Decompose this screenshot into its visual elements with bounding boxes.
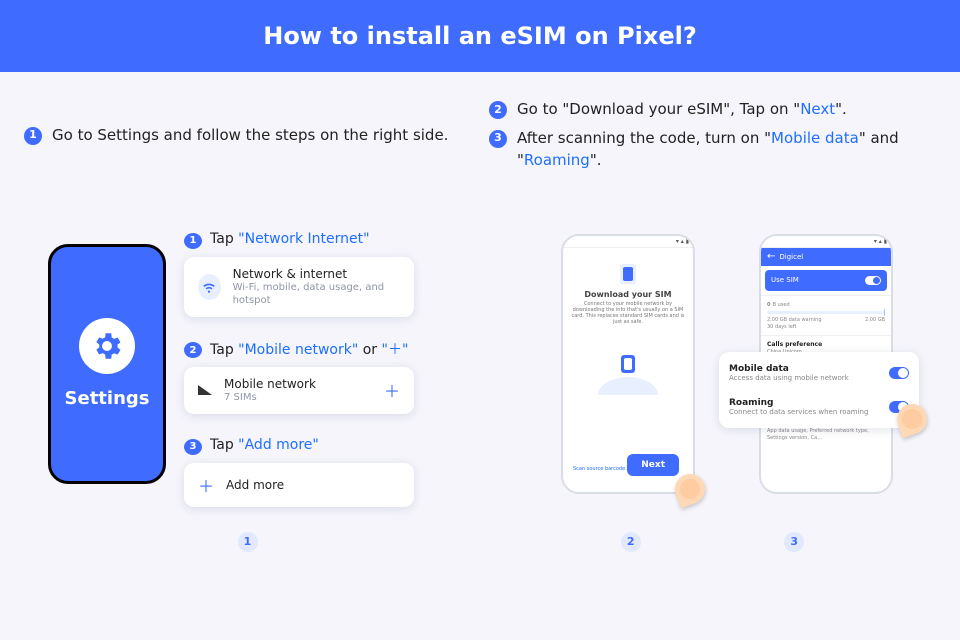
status-bar: ▾ ▴ ▮ <box>563 236 693 248</box>
sim-drop-illustration <box>598 355 658 395</box>
roaming-link: Roaming <box>524 151 590 169</box>
popup-roaming[interactable]: RoamingConnect to data services when roa… <box>729 390 909 424</box>
download-sim-desc: Connect to your mobile network by downlo… <box>571 301 685 325</box>
hero-banner: How to install an eSIM on Pixel? <box>0 0 960 72</box>
add-more-row[interactable]: ＋ Add more <box>184 463 414 507</box>
panel-badge-1: 1 <box>238 532 258 552</box>
plus-icon: ＋ <box>198 473 214 497</box>
use-sim-row[interactable]: Use SIM <box>765 270 887 291</box>
step-badge-1: 1 <box>24 127 42 145</box>
signal-icon <box>198 385 212 395</box>
step-badge-3: 3 <box>489 130 507 148</box>
intro-right: 2 Go to "Download your eSIM", Tap on "Ne… <box>489 92 936 178</box>
panel-right: ▾ ▴ ▮ Download your SIM Connect to your … <box>489 182 936 570</box>
next-link: Next <box>800 100 835 118</box>
page-title: How to install an eSIM on Pixel? <box>263 22 697 50</box>
popup-mobile-data[interactable]: Mobile dataAccess data using mobile netw… <box>729 356 909 390</box>
status-bar: ▾ ▴ ▮ <box>761 236 891 248</box>
step-3-text: After scanning the code, turn on "Mobile… <box>517 127 936 172</box>
substep-2: 2 Tap "Mobile network" or "＋" Mobile net… <box>184 339 414 414</box>
card2-title: Mobile network <box>224 377 316 391</box>
card1-title: Network & internet <box>233 267 400 281</box>
intro-left: 1 Go to Settings and follow the steps on… <box>24 92 471 178</box>
substep-2-badge: 2 <box>184 342 202 358</box>
gear-icon <box>79 318 135 374</box>
card3-title: Add more <box>226 478 284 492</box>
data-usage: 0 B used 2.00 GB data warning2.00 GB 30 … <box>761 295 891 335</box>
mobile-data-link: Mobile data <box>771 129 859 147</box>
download-sim-title: Download your SIM <box>571 290 685 299</box>
substep-3: 3 Tap "Add more" ＋ Add more <box>184 436 414 507</box>
substep-1: 1 Tap "Network Internet" Network & inter… <box>184 230 414 317</box>
step-1-text: Go to Settings and follow the steps on t… <box>52 124 448 147</box>
card2-sub: 7 SIMs <box>224 391 316 404</box>
step-badge-2: 2 <box>489 101 507 119</box>
plus-icon[interactable]: ＋ <box>384 378 400 402</box>
step-2-text: Go to "Download your eSIM", Tap on "Next… <box>517 98 847 121</box>
settings-label: Settings <box>65 388 150 409</box>
toggles-popup: Mobile dataAccess data using mobile netw… <box>719 352 919 428</box>
toggle-icon[interactable] <box>865 276 881 285</box>
mobile-network-row[interactable]: Mobile network 7 SIMs ＋ <box>184 367 414 414</box>
substep-3-badge: 3 <box>184 439 202 455</box>
sim-icon <box>623 267 633 281</box>
substep-1-badge: 1 <box>184 233 202 249</box>
download-sim-phone: ▾ ▴ ▮ Download your SIM Connect to your … <box>561 234 695 494</box>
next-button[interactable]: Next <box>627 454 679 476</box>
toggle-icon[interactable] <box>889 367 909 379</box>
panel-left: Settings 1 Tap "Network Internet" Networ… <box>24 182 471 570</box>
wifi-icon <box>198 274 221 300</box>
settings-phone: Settings <box>48 244 166 484</box>
card1-sub: Wi-Fi, mobile, data usage, and hotspot <box>233 281 400 307</box>
panel-badge-3: 3 <box>784 532 804 552</box>
carrier-header: ←Digicel <box>761 248 891 266</box>
panel-badge-2: 2 <box>621 532 641 552</box>
network-internet-row[interactable]: Network & internet Wi-Fi, mobile, data u… <box>184 257 414 317</box>
